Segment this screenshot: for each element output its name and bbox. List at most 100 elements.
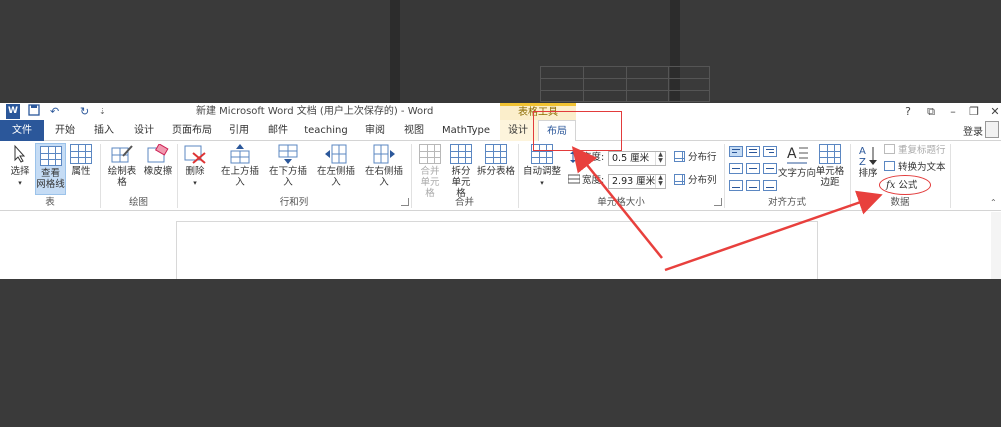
help-icon[interactable]: ? — [898, 103, 918, 120]
eraser-button[interactable]: 橡皮擦 — [142, 144, 174, 192]
tab-mailings[interactable]: 邮件 — [263, 120, 293, 141]
ribbon: 选择 ▾ 查看 网格线 属性 表 绘制表格 橡皮擦 绘图 删除 ▾ 在上方插入 … — [0, 141, 1001, 211]
align-top-center-button[interactable] — [746, 146, 760, 157]
tab-mathtype[interactable]: MathType — [440, 120, 492, 141]
row-height-input[interactable]: 0.5 厘米 ▲ ▼ — [608, 151, 666, 166]
align-bottom-left-button[interactable] — [729, 180, 743, 191]
view-gridlines-label-2: 网格线 — [36, 179, 65, 190]
word-logo-icon: W — [6, 104, 20, 119]
insert-below-label: 在下方插入 — [268, 166, 307, 188]
merge-cells-button[interactable]: 合并 单元格 — [416, 144, 444, 199]
properties-button[interactable]: 属性 — [67, 144, 95, 192]
tab-references[interactable]: 引用 — [224, 120, 254, 141]
distribute-rows-icon — [674, 151, 685, 162]
minimize-icon[interactable]: – — [943, 103, 963, 120]
word-window: W ↶ ↻ ⇣ 新建 Microsoft Word 文档 (用户上次保存的) -… — [0, 103, 1001, 279]
group-label-data: 数据 — [890, 197, 910, 208]
pencil-table-icon — [111, 145, 133, 163]
column-width-value: 2.93 厘米 — [612, 176, 656, 187]
distribute-rows-button[interactable]: 分布行 — [674, 151, 717, 165]
autofit-button[interactable]: 自动调整 ▾ — [522, 144, 562, 196]
distribute-cols-label: 分布列 — [688, 175, 717, 186]
insert-left-button[interactable]: 在左侧插入 — [313, 144, 359, 192]
sort-button[interactable]: AZ 排序 — [854, 144, 882, 192]
align-top-right-button[interactable] — [763, 146, 777, 157]
collapse-ribbon-icon[interactable]: ⌃ — [990, 196, 997, 210]
draw-table-label: 绘制表格 — [107, 166, 137, 188]
document-page[interactable] — [176, 221, 818, 279]
cell-margins-button[interactable]: 单元格 边距 — [815, 144, 845, 196]
tab-table-design[interactable]: 设计 — [503, 120, 533, 141]
annotation-highlight-box — [533, 111, 622, 151]
select-button[interactable]: 选择 ▾ — [6, 144, 34, 192]
align-middle-center-button[interactable] — [746, 163, 760, 174]
align-middle-right-button[interactable] — [763, 163, 777, 174]
restore-icon[interactable]: ❐ — [964, 103, 984, 120]
group-label-draw: 绘图 — [128, 197, 148, 208]
insert-below-icon — [278, 144, 298, 164]
split-table-button[interactable]: 拆分表格 — [477, 144, 515, 192]
group-label-table: 表 — [45, 197, 55, 208]
delete-button[interactable]: 删除 ▾ — [181, 144, 209, 196]
undo-icon[interactable]: ↶ — [50, 104, 59, 119]
align-bottom-right-button[interactable] — [763, 180, 777, 191]
ribbon-display-icon[interactable]: ⧉ — [921, 103, 941, 120]
insert-below-button[interactable]: 在下方插入 — [265, 144, 311, 192]
customize-qa-icon[interactable]: ⇣ — [99, 104, 106, 119]
delete-table-icon — [184, 145, 206, 164]
rows-cols-launcher-icon[interactable] — [401, 198, 409, 206]
repeat-header-button[interactable]: 重复标题行 — [884, 144, 946, 158]
split-cells-button[interactable]: 拆分 单元格 — [447, 144, 475, 199]
convert-to-text-button[interactable]: 转换为文本 — [884, 161, 946, 175]
split-cells-icon — [450, 144, 472, 164]
align-middle-left-button[interactable] — [729, 163, 743, 174]
tab-page-layout[interactable]: 页面布局 — [170, 120, 214, 141]
tab-view[interactable]: 视图 — [399, 120, 429, 141]
text-direction-label: 文字方向 — [778, 168, 817, 179]
eraser-icon — [147, 144, 169, 163]
insert-left-label: 在左侧插入 — [316, 166, 355, 188]
align-top-left-button[interactable] — [729, 146, 743, 157]
sort-label: 排序 — [858, 168, 878, 179]
save-icon[interactable] — [28, 104, 40, 119]
close-icon[interactable]: ✕ — [985, 103, 1001, 120]
text-direction-button[interactable]: A 文字方向 — [778, 144, 816, 192]
merge-label-1: 合并 — [420, 166, 440, 177]
insert-right-button[interactable]: 在右侧插入 — [361, 144, 407, 192]
eraser-label: 橡皮擦 — [143, 166, 173, 177]
svg-text:A: A — [859, 146, 866, 157]
tab-insert[interactable]: 插入 — [89, 120, 119, 141]
tab-design[interactable]: 设计 — [129, 120, 159, 141]
login-link[interactable]: 登录 — [963, 123, 983, 138]
separator — [950, 144, 951, 208]
view-gridlines-button[interactable]: 查看 网格线 — [35, 143, 66, 195]
column-width-input[interactable]: 2.93 厘米 ▲ ▼ — [608, 174, 666, 189]
distribute-cols-button[interactable]: 分布列 — [674, 174, 717, 188]
height-label: 高度: — [582, 152, 605, 163]
avatar[interactable] — [985, 121, 999, 138]
insert-above-icon — [230, 144, 250, 164]
split-table-icon — [485, 144, 507, 164]
draw-table-button[interactable]: 绘制表格 — [104, 144, 140, 192]
align-bottom-center-button[interactable] — [746, 180, 760, 191]
tab-teaching[interactable]: teaching — [303, 120, 349, 141]
annotation-highlight-circle — [879, 175, 931, 195]
spinner-arrows-icon[interactable]: ▲ ▼ — [655, 152, 665, 165]
tab-home[interactable]: 开始 — [50, 120, 80, 141]
group-label-merge: 合并 — [454, 197, 474, 208]
redo-icon[interactable]: ↻ — [80, 104, 89, 119]
distribute-rows-label: 分布行 — [688, 152, 717, 163]
spinner-arrows-icon[interactable]: ▲ ▼ — [655, 175, 665, 188]
tab-review[interactable]: 审阅 — [360, 120, 390, 141]
width-label: 宽度: — [582, 175, 605, 186]
group-label-cell-size: 单元格大小 — [597, 197, 645, 208]
repeat-header-label: 重复标题行 — [898, 145, 946, 156]
tab-file[interactable]: 文件 — [0, 120, 44, 141]
svg-text:A: A — [787, 146, 797, 162]
row-height-icon — [568, 151, 578, 165]
title-bar: W ↶ ↻ ⇣ 新建 Microsoft Word 文档 (用户上次保存的) -… — [0, 103, 1001, 120]
vertical-scrollbar[interactable] — [991, 212, 1001, 279]
cell-margins-label-2: 边距 — [820, 177, 840, 188]
cell-size-launcher-icon[interactable] — [714, 198, 722, 206]
insert-above-button[interactable]: 在上方插入 — [217, 144, 263, 192]
